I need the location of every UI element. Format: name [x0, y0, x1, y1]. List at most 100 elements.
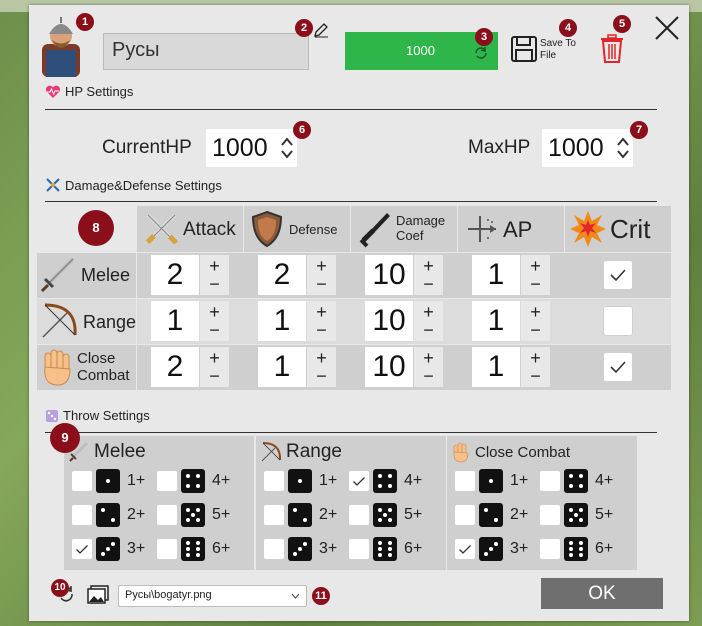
throw-checkbox[interactable] — [455, 471, 475, 491]
throw-threshold-label: 3+ — [127, 540, 146, 557]
throw-checkbox[interactable] — [455, 505, 475, 525]
throw-checkbox[interactable] — [157, 471, 177, 491]
throw-threshold-label: 5+ — [212, 506, 231, 523]
throw-checkbox[interactable] — [540, 505, 560, 525]
throw-checkbox[interactable] — [540, 471, 560, 491]
header-damage-coef: Damage Coef — [351, 206, 457, 252]
edit-icon[interactable] — [313, 22, 329, 38]
throw-checkbox[interactable] — [264, 539, 284, 559]
melee-attack-value[interactable]: 2 — [151, 255, 199, 295]
max-hp-value: 1000 — [548, 133, 604, 162]
plus-icon[interactable]: + — [423, 303, 434, 321]
save-to-file-button[interactable]: Save To File — [510, 34, 588, 66]
plus-icon[interactable]: + — [530, 349, 541, 367]
close-button[interactable] — [653, 14, 681, 42]
plus-icon[interactable]: + — [423, 257, 434, 275]
range-ap-stepper[interactable]: + − — [521, 301, 550, 341]
throw-checkbox[interactable] — [72, 539, 92, 559]
minus-icon[interactable]: − — [209, 367, 220, 385]
minus-icon[interactable]: − — [530, 275, 541, 293]
melee-coef-value[interactable]: 10 — [365, 255, 413, 295]
minus-icon[interactable]: − — [316, 321, 327, 339]
minus-icon[interactable]: − — [530, 321, 541, 339]
close-attack-stepper[interactable]: + − — [200, 347, 229, 387]
minus-icon[interactable]: − — [423, 321, 434, 339]
minus-icon[interactable]: − — [316, 275, 327, 293]
delete-button[interactable] — [599, 34, 625, 64]
range-defense-value[interactable]: 1 — [258, 301, 306, 341]
throw-panel-title-label: Melee — [94, 441, 146, 462]
current-hp-value: 1000 — [212, 133, 268, 162]
plus-icon[interactable]: + — [316, 303, 327, 321]
close-crit-checkbox[interactable] — [603, 352, 633, 382]
throw-checkbox[interactable] — [157, 539, 177, 559]
image-select[interactable]: Русы\bogatyr.png — [118, 585, 307, 607]
minus-icon[interactable]: − — [209, 321, 220, 339]
plus-icon[interactable]: + — [530, 303, 541, 321]
current-hp-spinner-icon[interactable] — [280, 135, 294, 161]
minus-icon[interactable]: − — [423, 275, 434, 293]
crossed-swords-icon — [46, 178, 60, 192]
header-defense: Defense — [244, 206, 350, 252]
checkmark-icon — [76, 544, 88, 554]
checkmark-icon — [610, 361, 626, 374]
minus-icon[interactable]: − — [530, 367, 541, 385]
plus-icon[interactable]: + — [209, 257, 220, 275]
melee-ap-value[interactable]: 1 — [472, 255, 520, 295]
close-defense-stepper[interactable]: + − — [307, 347, 336, 387]
close-ap-stepper[interactable]: + − — [521, 347, 550, 387]
range-crit-checkbox[interactable] — [603, 306, 633, 336]
header-damage-coef-label: Damage Coef — [396, 213, 446, 243]
throw-checkbox[interactable] — [349, 505, 369, 525]
throw-checkbox[interactable] — [157, 505, 177, 525]
throw-checkbox[interactable] — [349, 539, 369, 559]
throw-checkbox[interactable] — [264, 471, 284, 491]
name-input[interactable]: Русы — [103, 33, 309, 70]
header-crit-label: Crit — [610, 214, 651, 244]
plus-icon[interactable]: + — [209, 349, 220, 367]
sword-icon — [40, 257, 75, 293]
range-attack-stepper[interactable]: + − — [200, 301, 229, 341]
close-ap-value[interactable]: 1 — [472, 347, 520, 387]
plus-icon[interactable]: + — [209, 303, 220, 321]
minus-icon[interactable]: − — [316, 367, 327, 385]
throw-checkbox[interactable] — [72, 471, 92, 491]
trash-icon — [601, 34, 623, 63]
throw-checkbox[interactable] — [540, 539, 560, 559]
range-coef-stepper[interactable]: + − — [414, 301, 443, 341]
current-hp-input[interactable]: 1000 — [206, 129, 297, 167]
melee-attack-stepper[interactable]: + − — [200, 255, 229, 295]
range-ap-value[interactable]: 1 — [472, 301, 520, 341]
close-defense-value[interactable]: 1 — [258, 347, 306, 387]
max-hp-spinner-icon[interactable] — [616, 135, 630, 161]
melee-crit-checkbox[interactable] — [603, 260, 633, 290]
range-coef-value[interactable]: 10 — [365, 301, 413, 341]
die-face-icon — [479, 469, 503, 493]
melee-coef-stepper[interactable]: + − — [414, 255, 443, 295]
die-face-icon — [288, 537, 312, 561]
melee-defense-value[interactable]: 2 — [258, 255, 306, 295]
throw-checkbox[interactable] — [349, 471, 369, 491]
plus-icon[interactable]: + — [530, 257, 541, 275]
close-coef-stepper[interactable]: + − — [414, 347, 443, 387]
throw-checkbox[interactable] — [264, 505, 284, 525]
checkmark-icon — [610, 269, 626, 282]
plus-icon[interactable]: + — [423, 349, 434, 367]
shield-icon — [251, 210, 283, 248]
throw-checkbox[interactable] — [455, 539, 475, 559]
melee-defense-stepper[interactable]: + − — [307, 255, 336, 295]
minus-icon[interactable]: − — [423, 367, 434, 385]
plus-icon[interactable]: + — [316, 257, 327, 275]
close-attack-value[interactable]: 2 — [151, 347, 199, 387]
range-defense-stepper[interactable]: + − — [307, 301, 336, 341]
die-face-icon — [373, 503, 397, 527]
minus-icon[interactable]: − — [209, 275, 220, 293]
plus-icon[interactable]: + — [316, 349, 327, 367]
melee-ap-stepper[interactable]: + − — [521, 255, 550, 295]
ok-button[interactable]: OK — [541, 578, 663, 609]
range-attack-value[interactable]: 1 — [151, 301, 199, 341]
close-coef-value[interactable]: 10 — [365, 347, 413, 387]
image-icon[interactable] — [87, 585, 109, 605]
throw-checkbox[interactable] — [72, 505, 92, 525]
max-hp-input[interactable]: 1000 — [542, 129, 633, 167]
